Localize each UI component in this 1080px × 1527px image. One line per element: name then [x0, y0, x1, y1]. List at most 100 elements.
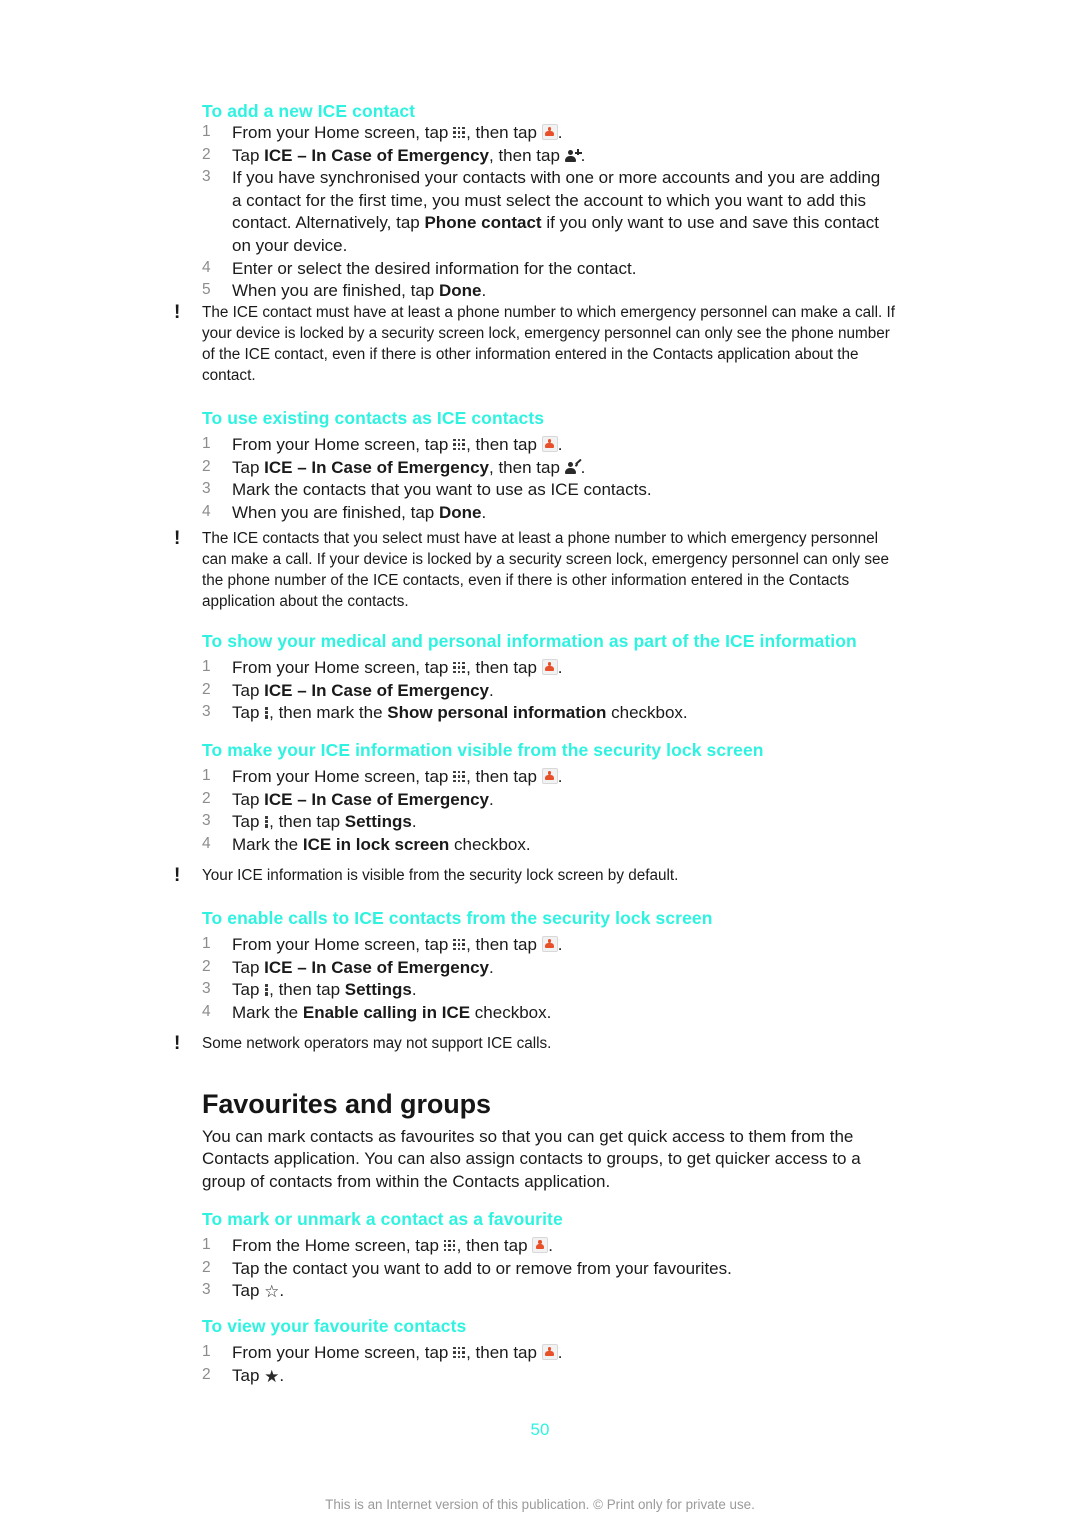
step-text-pre: Mark the: [232, 834, 303, 854]
favourites-intro-text: You can mark contacts as favourites so t…: [202, 1127, 861, 1191]
step-item: Mark the ICE in lock screen checkbox.: [202, 834, 892, 857]
overflow-menu-icon: [264, 706, 269, 719]
step-bold-term: Show personal information: [387, 703, 607, 723]
steps-ice-visible-lock-screen: From your Home screen, tap , then tap . …: [202, 766, 892, 856]
contacts-icon: [541, 936, 558, 952]
step-bold-term: Settings: [344, 812, 412, 832]
step-item: Tap ICE – In Case of Emergency, then tap…: [202, 145, 892, 168]
heading-use-existing-contacts: To use existing contacts as ICE contacts: [202, 408, 545, 428]
step-item: Enter or select the desired information …: [202, 258, 892, 281]
step-item: Tap ICE – In Case of Emergency.: [202, 680, 892, 703]
step-item: From your Home screen, tap , then tap .: [202, 122, 892, 145]
step-text-post: .: [481, 281, 487, 301]
step-text-mid: , then tap: [489, 145, 565, 165]
step-text-pre: Tap: [232, 1281, 265, 1301]
step-bold-term: ICE – In Case of Emergency: [264, 457, 490, 477]
step-text-pre: From your Home screen, tap: [232, 435, 454, 454]
note-marker-icon: !: [174, 865, 181, 886]
steps-add-ice-contact: From your Home screen, tap , then tap . …: [202, 122, 892, 303]
footer-copyright-note: This is an Internet version of this publ…: [325, 1497, 755, 1512]
note-add-ice-contact: ! The ICE contact must have at least a p…: [172, 302, 902, 387]
step-text-post: .: [279, 1281, 285, 1301]
step-item: Tap ICE – In Case of Emergency, then tap…: [202, 457, 892, 480]
step-text-pre: Tap: [232, 789, 265, 809]
step-text-post: .: [557, 658, 563, 677]
step-item: If you have synchronised your contacts w…: [202, 167, 892, 257]
step-item: From your Home screen, tap , then tap .: [202, 657, 892, 680]
step-item: Tap , then mark the Show personal inform…: [202, 702, 892, 725]
step-text-post: checkbox.: [449, 834, 531, 854]
heading-view-favourites: To view your favourite contacts: [202, 1316, 467, 1336]
step-bold-term: Done: [438, 281, 482, 301]
step-item: From your Home screen, tap , then tap .: [202, 766, 892, 789]
step-text-mid: , then tap: [466, 935, 542, 954]
step-item: Tap , then tap Settings.: [202, 979, 892, 1002]
step-text-pre: From your Home screen, tap: [232, 935, 454, 954]
contacts-icon: [541, 768, 558, 784]
app-grid-icon: [453, 126, 466, 139]
step-text-post: .: [489, 957, 494, 977]
step-text-pre: Mark the: [232, 1002, 303, 1022]
step-text: Tap the contact you want to add to or re…: [232, 1258, 732, 1278]
manual-page: To add a new ICE contact From your Home …: [0, 0, 1080, 1527]
step-text-post: .: [411, 812, 417, 832]
step-text-post: .: [411, 980, 417, 1000]
step-text-pre: Tap: [232, 812, 265, 832]
star-outline-icon: ☆: [264, 1282, 280, 1302]
step-text: Mark the contacts that you want to use a…: [232, 480, 652, 500]
steps-mark-favourite: From the Home screen, tap , then tap . T…: [202, 1235, 892, 1303]
step-text-pre: When you are finished, tap: [232, 502, 439, 522]
step-bold-term: ICE – In Case of Emergency: [264, 680, 490, 700]
step-item: Tap ICE – In Case of Emergency.: [202, 957, 892, 980]
step-text-mid: , then tap: [489, 457, 565, 477]
step-text-mid: , then tap: [466, 435, 542, 454]
step-text-pre: From your Home screen, tap: [232, 1343, 454, 1362]
step-text-mid: , then tap: [466, 658, 542, 677]
step-text-mid: , then tap: [466, 1343, 542, 1362]
step-text-mid: , then tap: [269, 980, 345, 1000]
contacts-icon: [541, 124, 558, 140]
note-text: Some network operators may not support I…: [202, 1035, 552, 1052]
step-text-pre: From your Home screen, tap: [232, 123, 454, 142]
heading-favourites-and-groups: Favourites and groups: [202, 1089, 491, 1119]
step-item: Tap the contact you want to add to or re…: [202, 1258, 892, 1281]
heading-mark-favourite: To mark or unmark a contact as a favouri…: [202, 1209, 563, 1229]
heading-enable-ice-calls: To enable calls to ICE contacts from the…: [202, 908, 713, 928]
step-text-pre: Tap: [232, 703, 265, 723]
note-marker-icon: !: [174, 1033, 181, 1054]
steps-view-favourites: From your Home screen, tap , then tap . …: [202, 1342, 892, 1387]
step-text-post: .: [481, 502, 487, 522]
step-item: Tap ☆.: [202, 1280, 892, 1303]
app-grid-icon: [453, 661, 466, 674]
step-text-pre: From your Home screen, tap: [232, 767, 454, 786]
step-text-pre: From your Home screen, tap: [232, 658, 454, 677]
overflow-menu-icon: [264, 815, 269, 828]
heading-add-ice-contact: To add a new ICE contact: [202, 101, 416, 121]
steps-show-medical-info: From your Home screen, tap , then tap . …: [202, 657, 892, 725]
step-text-pre: Tap: [232, 680, 265, 700]
step-text-post: .: [557, 767, 563, 786]
step-text-pre: Tap: [232, 145, 265, 165]
step-text: Enter or select the desired information …: [232, 258, 637, 278]
step-text-post: .: [489, 680, 494, 700]
step-text-mid: , then tap: [466, 767, 542, 786]
step-bold-term: ICE – In Case of Emergency: [264, 145, 490, 165]
steps-enable-ice-calls: From your Home screen, tap , then tap . …: [202, 934, 892, 1024]
overflow-menu-icon: [264, 983, 269, 996]
heading-show-medical-info: To show your medical and personal inform…: [202, 631, 857, 651]
step-text-post: .: [580, 145, 586, 165]
add-contact-icon: [565, 149, 582, 163]
step-item: From your Home screen, tap , then tap .: [202, 934, 892, 957]
note-ice-visible-lock-screen: ! Your ICE information is visible from t…: [172, 865, 902, 887]
step-text-post: .: [557, 123, 563, 142]
note-enable-ice-calls: ! Some network operators may not support…: [172, 1033, 902, 1055]
step-text-post: .: [279, 1365, 285, 1385]
step-text-mid: , then tap: [456, 1236, 533, 1255]
step-text-pre: Tap: [232, 980, 265, 1000]
contacts-icon: [541, 659, 558, 675]
steps-use-existing-contacts: From your Home screen, tap , then tap . …: [202, 434, 892, 524]
step-item: Tap ★.: [202, 1365, 892, 1388]
step-bold-term: Done: [438, 502, 482, 522]
step-text-post: .: [557, 1343, 563, 1362]
step-text-pre: Tap: [232, 1365, 265, 1385]
